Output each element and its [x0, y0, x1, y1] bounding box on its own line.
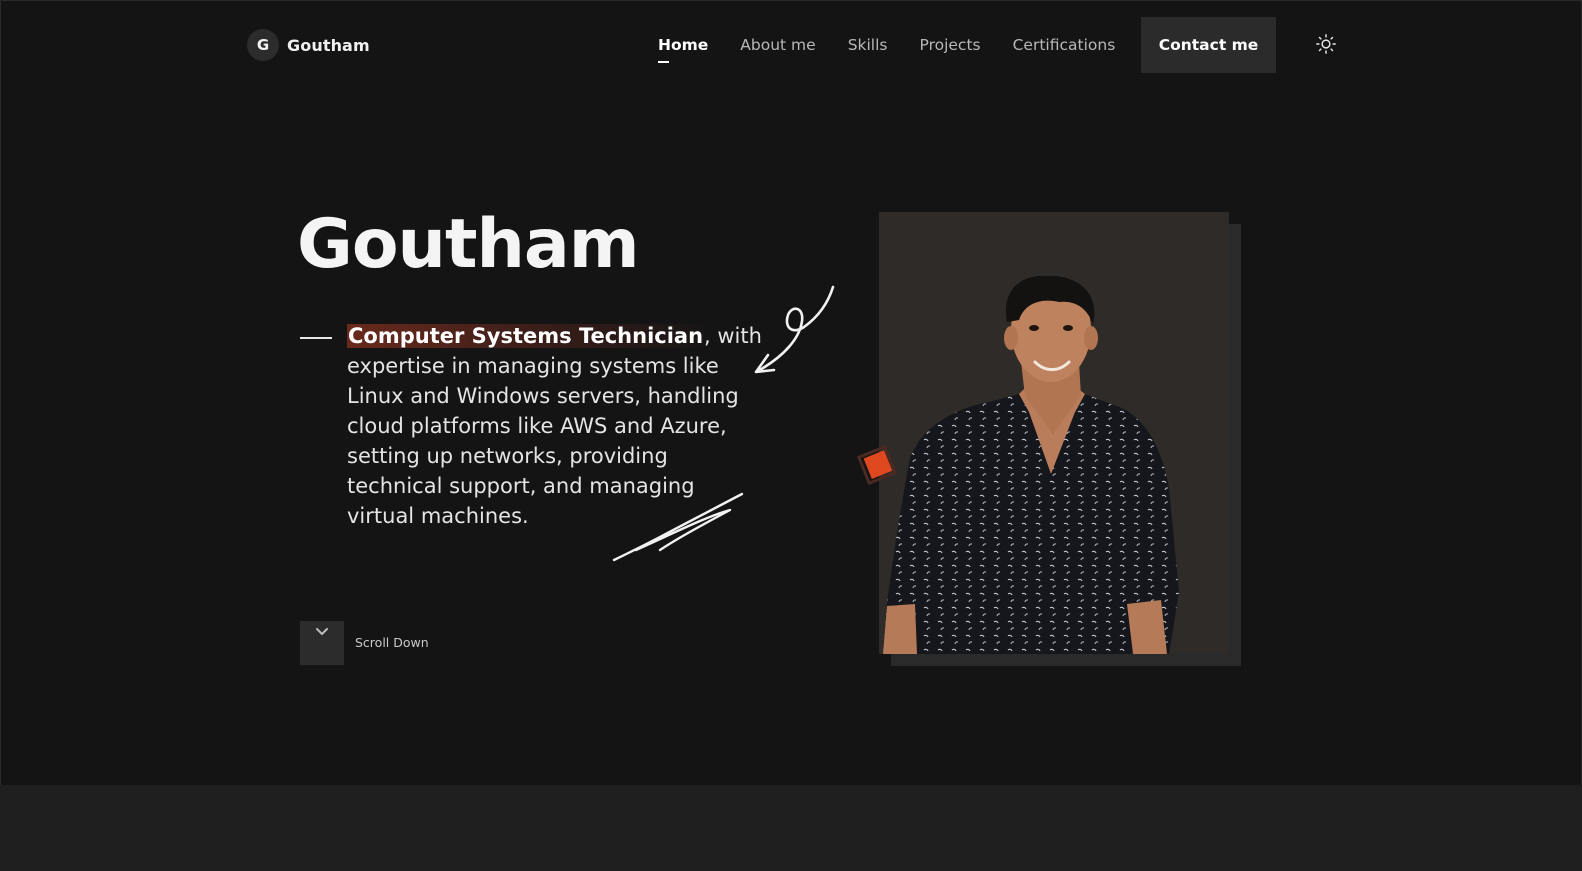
contact-button[interactable]: Contact me: [1141, 17, 1276, 73]
logo-badge: G: [247, 29, 279, 61]
role-highlight: Computer Systems Technician: [347, 324, 705, 348]
scroll-down-label: Scroll Down: [355, 635, 429, 650]
scroll-down-button[interactable]: [300, 621, 344, 665]
logo-link[interactable]: G Goutham: [247, 29, 370, 61]
nav-link-projects[interactable]: Projects: [920, 36, 981, 54]
bio-dash: [300, 337, 332, 339]
sun-icon: [1316, 34, 1336, 54]
accent-square-decoration: [857, 445, 898, 486]
theme-toggle-button[interactable]: [1314, 33, 1338, 57]
logo-name: Goutham: [287, 35, 370, 55]
person-illustration: [883, 275, 1179, 654]
next-section-band: [0, 785, 1582, 871]
page-frame: [0, 0, 1582, 785]
hero-name: Goutham: [297, 205, 640, 284]
nav-link-certifications[interactable]: Certifications: [1013, 36, 1116, 54]
profile-photo: [879, 212, 1229, 654]
nav-link-about[interactable]: About me: [740, 36, 815, 54]
scribble-doodle: [612, 492, 744, 562]
nav-link-home[interactable]: Home: [658, 36, 708, 63]
main-nav: Home About me Skills Projects Certificat…: [658, 36, 1116, 63]
nav-link-skills[interactable]: Skills: [848, 36, 888, 54]
chevron-down-icon: [316, 628, 328, 635]
swirl-arrow-doodle: [754, 285, 835, 374]
